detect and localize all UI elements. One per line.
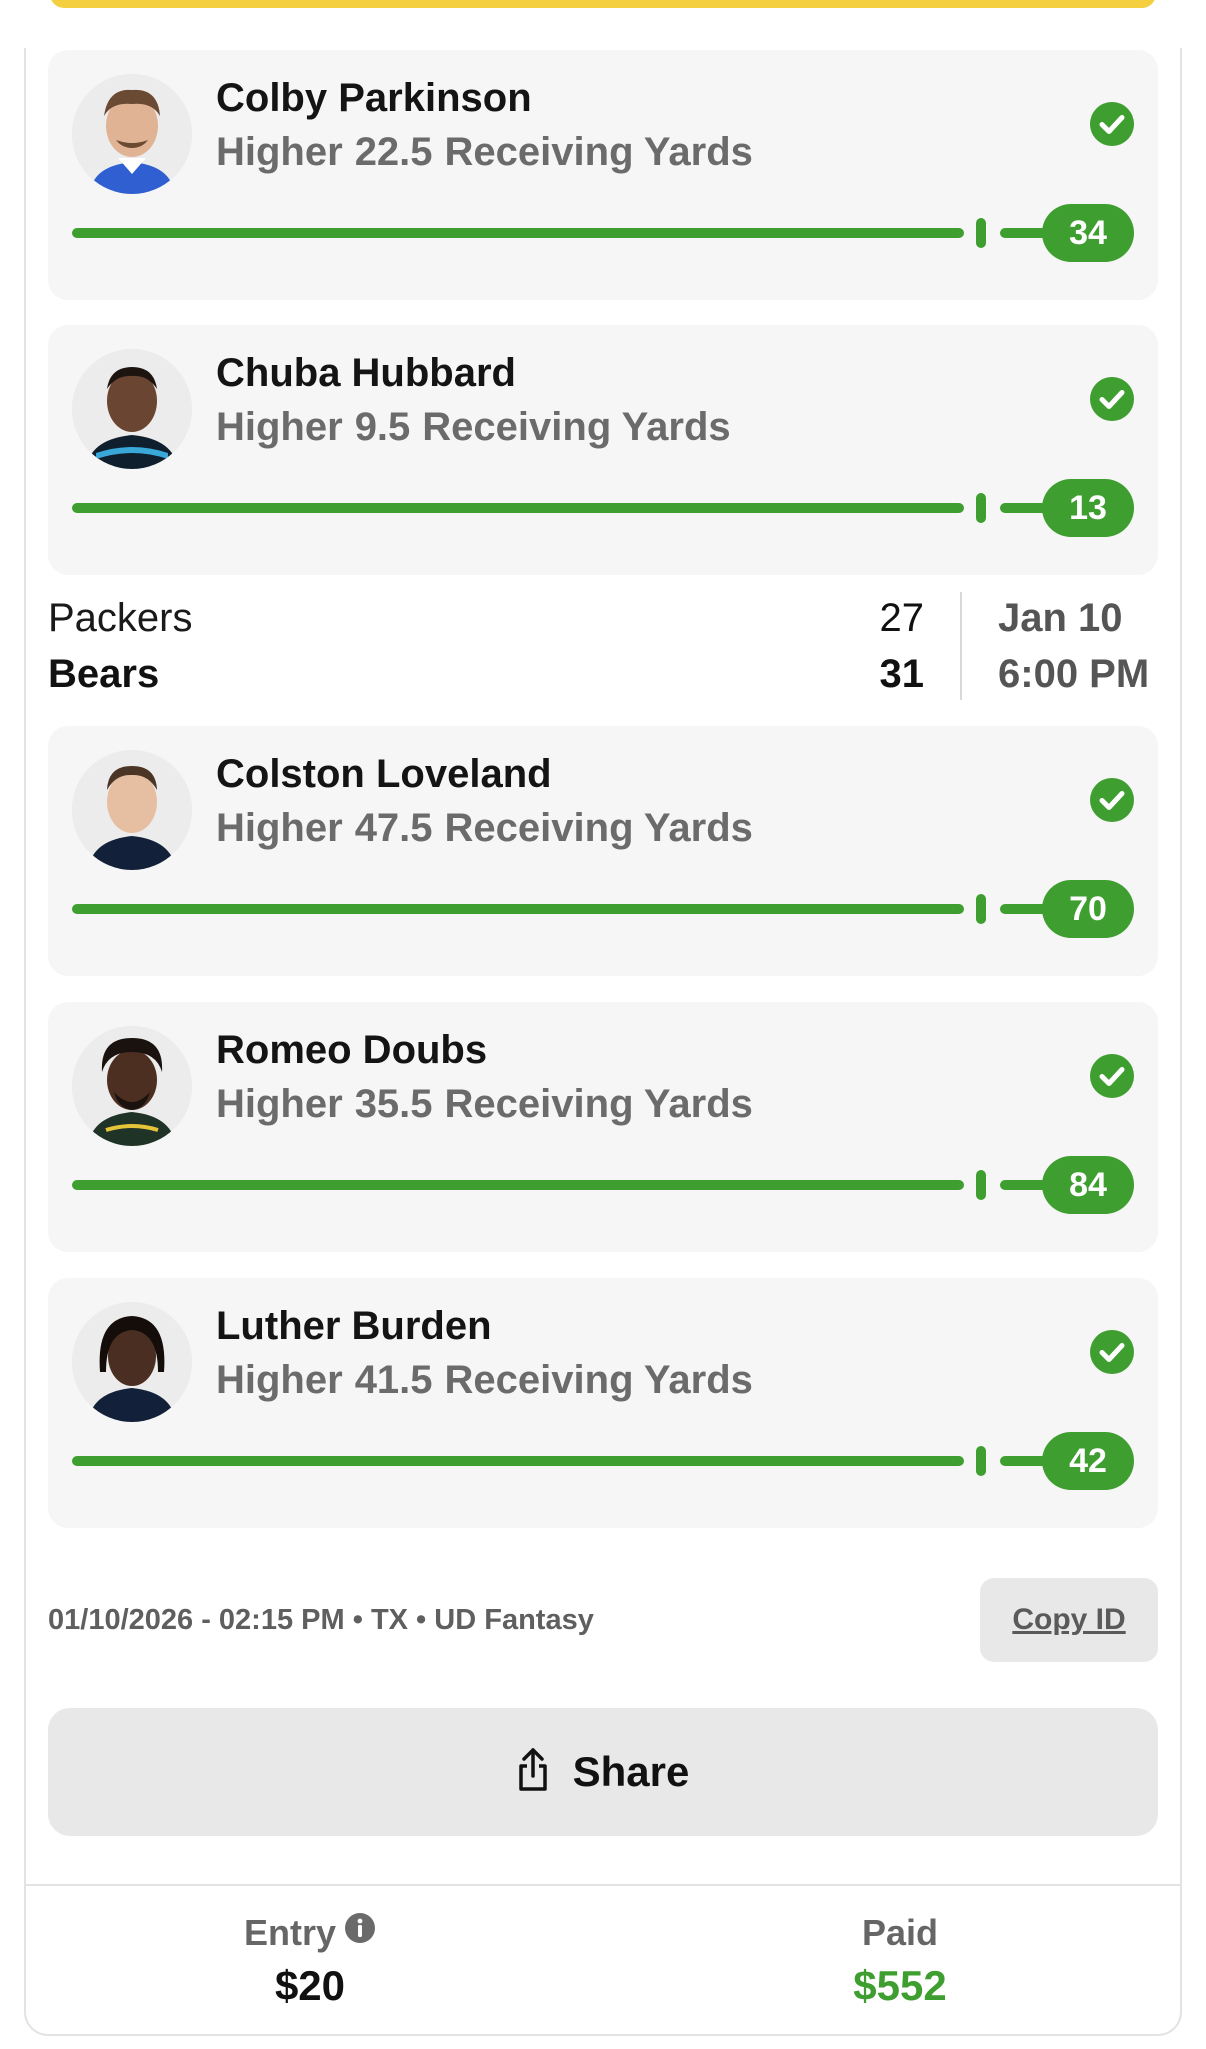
line-marker <box>976 1170 986 1200</box>
player-avatar <box>72 750 192 870</box>
share-icon <box>517 1747 549 1797</box>
player-avatar <box>72 74 192 194</box>
pick-line-value: 47.5 <box>354 806 433 850</box>
pick-line-value: 22.5 <box>354 130 433 174</box>
entry-timestamp: 01/10/2026 - 02:15 PM <box>48 1604 345 1636</box>
result-value-pill: 42 <box>1042 1432 1134 1490</box>
pick-card[interactable]: Romeo Doubs Higher 35.5 Receiving Yards 84 <box>48 1002 1158 1252</box>
pick-stat: Receiving Yards <box>444 130 753 174</box>
pick-direction: Higher <box>216 1358 343 1402</box>
paid-label: Paid <box>861 1912 939 1953</box>
player-name: Romeo Doubs <box>216 1028 488 1072</box>
progress-track <box>72 228 964 238</box>
game-score-row: Packers Bears 27 31 Jan 10 6:00 PM <box>48 584 1158 704</box>
entry-label-text: Entry <box>243 1912 337 1953</box>
entry-label: Entry <box>200 1912 420 1956</box>
player-avatar <box>72 1026 192 1146</box>
line-marker <box>976 894 986 924</box>
pick-stat: Receiving Yards <box>422 405 731 449</box>
copy-id-button[interactable]: Copy ID <box>980 1578 1158 1662</box>
pick-line: Higher 41.5 Receiving Yards <box>216 1358 765 1403</box>
paid-amount: $552 <box>853 1962 947 2009</box>
pick-card[interactable]: Luther Burden Higher 41.5 Receiving Yards … <box>48 1278 1158 1528</box>
pick-line: Higher 47.5 Receiving Yards <box>216 806 765 851</box>
pick-card[interactable]: Chuba Hubbard Higher 9.5 Receiving Yards 1… <box>48 325 1158 575</box>
player-avatar <box>72 349 192 469</box>
check-circle-icon <box>1090 778 1134 822</box>
pick-line-value: 9.5 <box>354 405 411 449</box>
player-name: Luther Burden <box>216 1304 492 1348</box>
player-name: Colston Loveland <box>216 752 552 796</box>
player-name: Chuba Hubbard <box>216 351 516 395</box>
pick-line-value: 41.5 <box>354 1358 433 1402</box>
line-marker <box>976 493 986 523</box>
check-circle-icon <box>1090 1054 1134 1098</box>
entry-meta-line: 01/10/2026 - 02:15 PM • TX • UD Fantasy <box>48 1604 594 1637</box>
away-team-score: 27 <box>879 596 925 640</box>
pick-card[interactable]: Colston Loveland Higher 47.5 Receiving Yar… <box>48 726 1158 976</box>
line-marker <box>976 1446 986 1476</box>
pick-line: Higher 22.5 Receiving Yards <box>216 130 765 175</box>
check-circle-icon <box>1090 1330 1134 1374</box>
pick-line-value: 35.5 <box>354 1082 433 1126</box>
progress-track <box>72 1456 964 1466</box>
pick-direction: Higher <box>216 806 343 850</box>
entry-amount: $20 <box>274 1962 346 2009</box>
away-team-name: Packers <box>48 596 193 640</box>
player-avatar <box>72 1302 192 1422</box>
game-time: 6:00 PM <box>998 652 1150 696</box>
info-icon[interactable] <box>344 1911 376 1953</box>
meta-separator: • <box>344 1604 371 1636</box>
pick-direction: Higher <box>216 130 343 174</box>
footer-divider <box>26 1884 1180 1886</box>
pick-direction: Higher <box>216 405 343 449</box>
pick-line: Higher 35.5 Receiving Yards <box>216 1082 765 1127</box>
home-team-score: 31 <box>879 652 925 696</box>
result-value-pill: 34 <box>1042 204 1134 262</box>
game-date: Jan 10 <box>998 596 1123 640</box>
pick-line: Higher 9.5 Receiving Yards <box>216 405 743 450</box>
line-marker <box>976 218 986 248</box>
share-button[interactable]: Share <box>48 1708 1158 1836</box>
share-label: Share <box>572 1748 690 1795</box>
check-circle-icon <box>1090 377 1134 421</box>
player-name: Colby Parkinson <box>216 76 532 120</box>
game-divider <box>960 592 962 700</box>
progress-track <box>72 904 964 914</box>
home-team-name: Bears <box>48 652 160 696</box>
pick-stat: Receiving Yards <box>444 806 753 850</box>
pick-direction: Higher <box>216 1082 343 1126</box>
result-value-pill: 84 <box>1042 1156 1134 1214</box>
progress-track <box>72 1180 964 1190</box>
pick-card[interactable]: Colby Parkinson Higher 22.5 Receiving Yard… <box>48 50 1158 300</box>
progress-track <box>72 503 964 513</box>
pick-stat: Receiving Yards <box>444 1358 753 1402</box>
pick-stat: Receiving Yards <box>444 1082 753 1126</box>
check-circle-icon <box>1090 102 1134 146</box>
entry-product: UD Fantasy <box>434 1604 594 1636</box>
top-accent-bar <box>50 0 1156 8</box>
meta-separator: • <box>408 1604 435 1636</box>
result-value-pill: 70 <box>1042 880 1134 938</box>
result-value-pill: 13 <box>1042 479 1134 537</box>
entry-state: TX <box>370 1604 408 1636</box>
